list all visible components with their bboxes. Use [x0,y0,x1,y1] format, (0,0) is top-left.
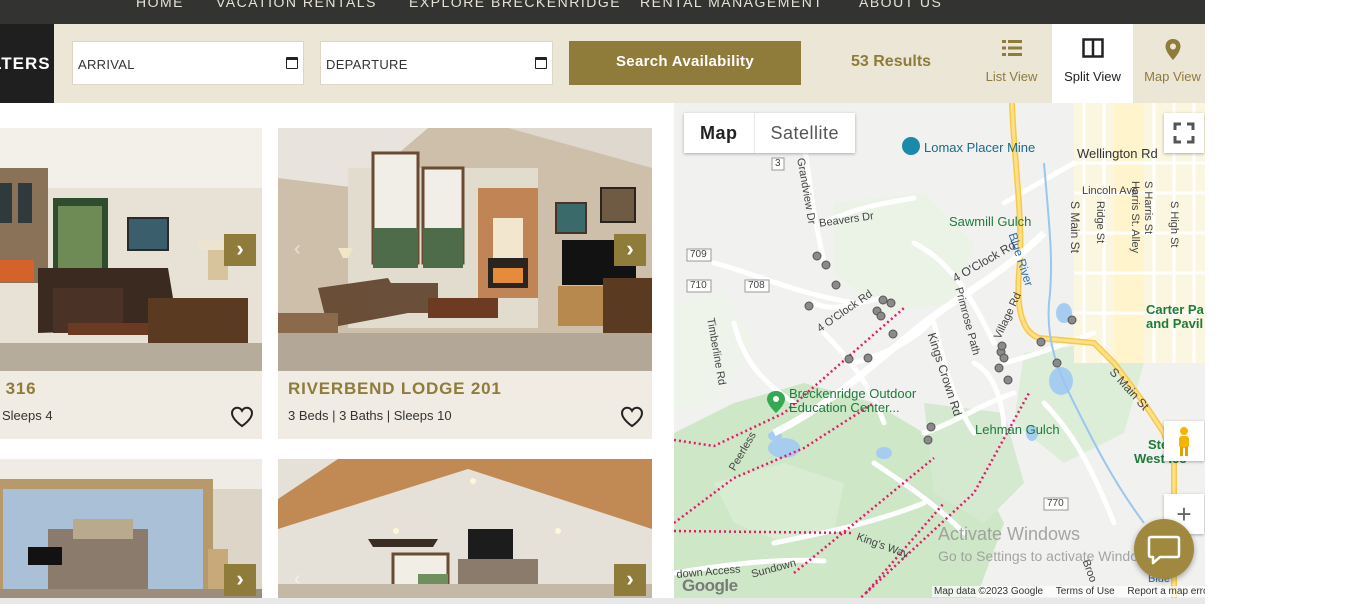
split-view-icon [1081,38,1104,58]
google-logo: Google [682,576,738,595]
next-photo-button[interactable]: › [614,564,646,596]
map-label: and Pavil [1146,316,1204,331]
listing-card[interactable]: › [0,459,262,604]
route-shield-label: 770 [1047,498,1064,509]
bottom-strip [0,598,1205,604]
tab-list-view[interactable]: List View [975,24,1048,103]
arrival-field[interactable]: ARRIVAL [72,41,304,85]
listing-specs: 3 Beds | 3 Baths | Sleeps 10 [288,408,452,423]
fullscreen-button[interactable] [1164,113,1204,153]
map-label: Education Center... [789,400,900,415]
tab-map-view[interactable]: Map View [1136,24,1205,103]
nav-rental-management[interactable]: RENTAL MANAGEMENT [640,0,823,10]
lomax-poi-icon[interactable] [902,137,920,155]
filter-bar: FILTERS ARRIVAL DEPARTURE Search Availab… [0,24,1205,103]
activate-windows-hint: Go to Settings to activate Windows. [938,548,1159,564]
listing-card[interactable]: › D 316 Sleeps 4 [0,128,262,439]
street-view-pegman[interactable] [1164,421,1204,461]
screenshot: HOME VACATION RENTALS EXPLORE BRECKENRID… [0,0,1359,604]
listing-title[interactable]: RIVERBEND LODGE 201 [288,379,502,399]
top-nav: HOME VACATION RENTALS EXPLORE BRECKENRID… [0,0,1205,24]
list-icon [1001,40,1022,56]
listing-photo[interactable] [0,128,262,371]
map-view-label: Map View [1144,69,1201,84]
filters-button[interactable]: FILTERS [0,24,54,103]
departure-field[interactable]: DEPARTURE [320,41,553,85]
previous-photo-button[interactable]: ‹ [294,234,314,266]
map-label: Lomax Placer Mine [924,140,1036,155]
nav-about-us[interactable]: ABOUT US [859,0,942,10]
report-map-error-link[interactable]: Report a map erro [1127,586,1205,597]
next-photo-button[interactable]: › [224,234,256,266]
map-label: Harris St. Alley [1129,181,1141,254]
calendar-icon[interactable] [286,57,298,69]
search-availability-button[interactable]: Search Availability [569,41,801,85]
listing-photo[interactable] [0,459,262,604]
nav-home[interactable]: HOME [136,0,184,10]
map-data-attribution: Map data ©2023 Google [934,586,1044,597]
next-photo-button[interactable]: › [224,564,256,596]
activate-windows-watermark: Activate Windows [938,524,1081,544]
listing-card[interactable]: ‹ › RIVERBEND LODGE 201 3 Beds | 3 Baths… [278,128,652,439]
route-shield-label: 708 [748,280,765,291]
listing-title[interactable]: D 316 [0,379,36,399]
previous-photo-button[interactable]: ‹ [294,564,314,596]
terms-of-use-link[interactable]: Terms of Use [1056,586,1115,597]
website: HOME VACATION RENTALS EXPLORE BRECKENRID… [0,0,1205,604]
map-label: Wellington Rd [1077,146,1158,161]
chat-icon [1147,535,1181,565]
listing-photo[interactable] [278,459,652,604]
map-type-control: Map Satellite [684,113,856,153]
map-label: Carter Pa [1146,302,1204,317]
map-label: S High St [1168,201,1180,248]
list-view-label: List View [985,69,1038,84]
tab-split-view[interactable]: Split View [1052,24,1133,103]
heart-icon[interactable] [230,406,254,428]
map-label: Breckenridge Outdoor [789,386,917,401]
map-attribution: Map data ©2023 Google Terms of Use Repor… [932,586,1205,597]
nav-explore-breckenridge[interactable]: EXPLORE BRECKENRIDGE [409,0,621,10]
map-label: S Harris St [1142,181,1154,235]
results-count: 53 Results [851,53,932,70]
split-view-label: Split View [1064,69,1121,84]
map-type-map[interactable]: Map [684,113,755,153]
fullscreen-icon [1173,122,1195,144]
pegman-icon [1179,427,1189,456]
listing-card[interactable]: ‹ › [278,459,652,604]
heart-icon[interactable] [620,406,644,428]
map-label: Lehman Gulch [975,422,1060,437]
route-shield-label: 710 [690,280,707,291]
listing-photo[interactable] [278,128,652,371]
route-shield-label: 3 [775,158,781,169]
listing-specs: Sleeps 4 [2,408,53,423]
map-pin-icon [1165,39,1180,60]
nav-vacation-rentals[interactable]: VACATION RENTALS [216,0,377,10]
next-photo-button[interactable]: › [614,234,646,266]
map-label: Sawmill Gulch [949,214,1032,229]
listings-panel: › D 316 Sleeps 4 [0,103,674,604]
map-type-satellite[interactable]: Satellite [755,113,856,153]
arrival-label: ARRIVAL [78,57,135,72]
map-label: Ridge St [1094,201,1106,244]
route-shield-label: 709 [690,249,707,260]
filters-label: FILTERS [0,54,51,73]
departure-label: DEPARTURE [326,57,408,72]
chat-button[interactable] [1134,519,1194,579]
calendar-icon[interactable] [535,57,547,69]
map[interactable]: Map Satellite Lomax Placer Mine Wellingt… [674,103,1205,604]
map-label: S Main St [1068,201,1082,254]
